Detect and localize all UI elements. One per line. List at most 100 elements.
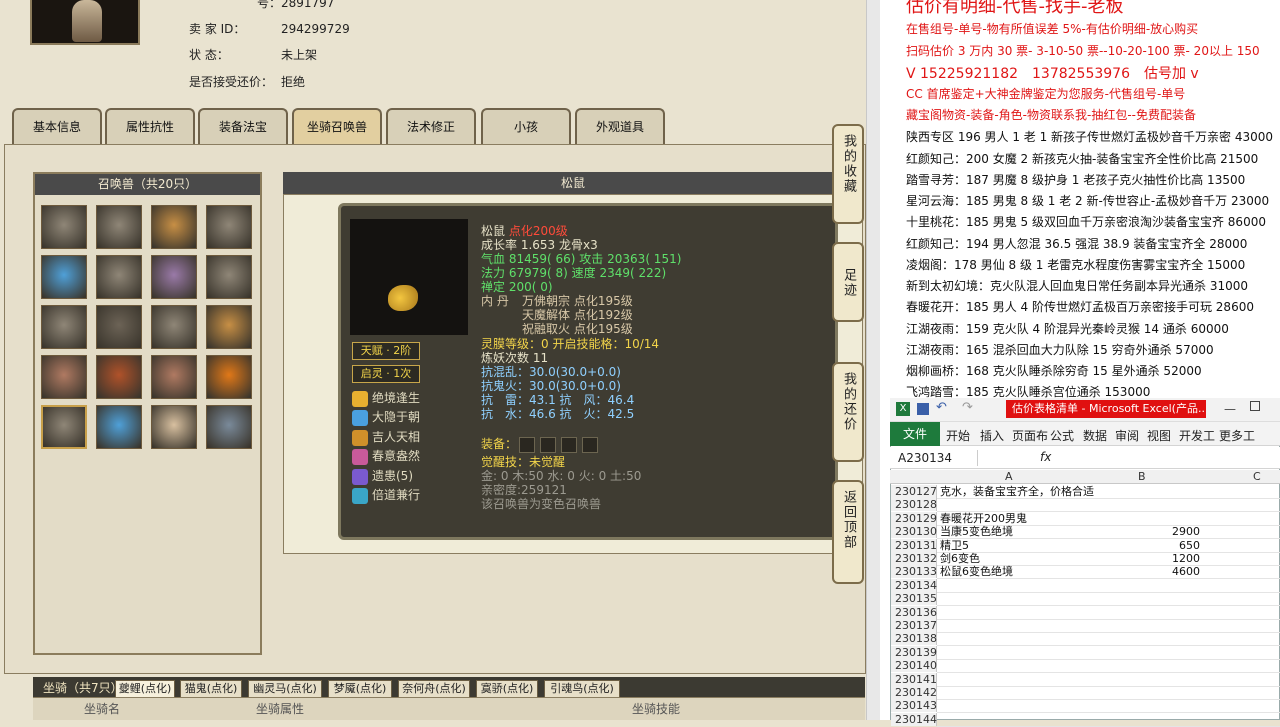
- tab-basic-info[interactable]: 基本信息: [12, 108, 102, 144]
- pet-slot[interactable]: [96, 305, 142, 349]
- ribbon-review-tab[interactable]: 审阅: [1115, 427, 1139, 444]
- cell-b[interactable]: 4600: [1090, 565, 1200, 578]
- mount-tab[interactable]: 引魂鸟(点化): [544, 680, 620, 698]
- redo-icon[interactable]: ↷: [962, 400, 973, 415]
- pet-slot[interactable]: [41, 305, 87, 349]
- equip-slot-1[interactable]: [519, 437, 535, 453]
- ribbon-view-tab[interactable]: 视图: [1147, 427, 1171, 444]
- row-number[interactable]: 230143: [891, 699, 937, 713]
- pet-slot[interactable]: [151, 205, 197, 249]
- cell-b[interactable]: 650: [1090, 539, 1200, 552]
- skill-item[interactable]: 绝境逢生: [352, 389, 420, 407]
- pet-thumbnail: [207, 306, 251, 348]
- save-icon[interactable]: [917, 403, 929, 415]
- pet-slot[interactable]: [96, 405, 142, 449]
- ribbon-insert-tab[interactable]: 插入: [980, 427, 1004, 444]
- tab-attributes[interactable]: 属性抗性: [105, 108, 195, 144]
- tab-equipment[interactable]: 装备法宝: [198, 108, 288, 144]
- mount-tab[interactable]: 猫鬼(点化): [180, 680, 242, 698]
- row-number[interactable]: 230138: [891, 632, 937, 646]
- page-scrollbar[interactable]: [866, 0, 880, 720]
- tab-mount-pets[interactable]: 坐骑召唤兽: [292, 108, 382, 144]
- pet-slot[interactable]: [96, 255, 142, 299]
- pet-slot[interactable]: [151, 255, 197, 299]
- row-number[interactable]: 230137: [891, 619, 937, 632]
- skill-item[interactable]: 倍道兼行: [352, 486, 420, 504]
- row-number[interactable]: 230131: [891, 538, 937, 552]
- equip-label: 装备：: [481, 437, 518, 451]
- cell-a[interactable]: 当康5变色绝境: [940, 525, 1013, 538]
- row-number[interactable]: 230144: [891, 712, 937, 726]
- pet-slot[interactable]: [206, 305, 252, 349]
- row-number[interactable]: 230139: [891, 645, 937, 659]
- pet-slot[interactable]: [41, 355, 87, 399]
- equip-slot-3[interactable]: [561, 437, 577, 453]
- row-number[interactable]: 230142: [891, 686, 937, 699]
- ribbon-formula-tab[interactable]: 公式: [1050, 427, 1074, 444]
- pet-slot[interactable]: [151, 355, 197, 399]
- pet-slot[interactable]: [41, 205, 87, 249]
- tab-child[interactable]: 小孩: [481, 108, 571, 144]
- pet-slot[interactable]: [151, 305, 197, 349]
- pet-slot[interactable]: [206, 205, 252, 249]
- pet-slot[interactable]: [206, 255, 252, 299]
- mount-tab[interactable]: 梦魇(点化): [328, 680, 392, 698]
- maximize-icon[interactable]: [1250, 401, 1260, 411]
- skill-item[interactable]: 遗患(5): [352, 467, 413, 485]
- my-bargain-button[interactable]: 我的还价: [832, 362, 864, 462]
- ribbon-developer-tab[interactable]: 开发工: [1179, 427, 1215, 444]
- back-to-top-button[interactable]: 返回顶部: [832, 480, 864, 584]
- row-number[interactable]: 230128: [891, 498, 937, 512]
- ribbon-file-tab[interactable]: 文件: [890, 422, 940, 446]
- cell-b[interactable]: 1200: [1090, 552, 1200, 565]
- pet-slot[interactable]: [151, 405, 197, 449]
- pet-slot[interactable]: [96, 355, 142, 399]
- row-number[interactable]: 230141: [891, 672, 937, 686]
- pet-slot[interactable]: [41, 405, 87, 449]
- skill-item[interactable]: 大隐于朝: [352, 408, 420, 426]
- fx-icon[interactable]: fx: [1040, 450, 1051, 464]
- column-header-a[interactable]: A: [1005, 470, 1013, 483]
- pet-slot[interactable]: [206, 355, 252, 399]
- mount-tab[interactable]: 寞骄(点化): [476, 680, 538, 698]
- row-number[interactable]: 230132: [891, 552, 937, 565]
- undo-icon[interactable]: ↶: [936, 400, 947, 415]
- row-number[interactable]: 230140: [891, 659, 937, 673]
- row-number[interactable]: 230129: [891, 511, 937, 525]
- cell-a[interactable]: 松鼠6变色绝境: [940, 565, 1013, 578]
- pet-slot[interactable]: [206, 405, 252, 449]
- minimize-icon[interactable]: —: [1224, 402, 1236, 416]
- row-number[interactable]: 230127: [891, 485, 937, 498]
- footprint-button[interactable]: 足迹: [832, 242, 864, 322]
- ribbon-layout-tab[interactable]: 页面布: [1012, 427, 1048, 444]
- equip-slot-2[interactable]: [540, 437, 556, 453]
- column-header-c[interactable]: C: [1253, 470, 1261, 483]
- equip-slot-4[interactable]: [582, 437, 598, 453]
- ribbon-data-tab[interactable]: 数据: [1083, 427, 1107, 444]
- column-header-b[interactable]: B: [1138, 470, 1146, 483]
- cell-a[interactable]: 克水，装备宝宝齐全，价格合适: [940, 485, 1094, 498]
- mount-tab[interactable]: 奈何舟(点化): [398, 680, 470, 698]
- cell-b[interactable]: 2900: [1090, 525, 1200, 538]
- cell-a[interactable]: 精卫5: [940, 539, 969, 552]
- name-box[interactable]: A230134: [898, 450, 978, 466]
- pet-slot[interactable]: [96, 205, 142, 249]
- row-number[interactable]: 230135: [891, 592, 937, 606]
- row-number[interactable]: 230133: [891, 565, 937, 579]
- skill-item[interactable]: 吉人天相: [352, 428, 420, 446]
- character-portrait: [30, 0, 140, 45]
- cell-a[interactable]: 剑6变色: [940, 552, 980, 565]
- row-number[interactable]: 230134: [891, 578, 937, 592]
- pet-slot[interactable]: [41, 255, 87, 299]
- mount-tab[interactable]: 夔鲤(点化): [115, 680, 175, 698]
- row-number[interactable]: 230130: [891, 525, 937, 539]
- ribbon-home-tab[interactable]: 开始: [946, 427, 970, 444]
- skill-item[interactable]: 春意盎然: [352, 447, 420, 465]
- tab-spell-correction[interactable]: 法术修正: [386, 108, 476, 144]
- my-favorites-button[interactable]: 我的收藏: [832, 124, 864, 224]
- row-number[interactable]: 230136: [891, 605, 937, 619]
- ribbon-more-tab[interactable]: 更多工: [1219, 427, 1255, 444]
- tab-appearance[interactable]: 外观道具: [575, 108, 665, 144]
- mount-tab[interactable]: 幽灵马(点化): [248, 680, 322, 698]
- cell-a[interactable]: 春暖花开200男鬼: [940, 512, 1027, 525]
